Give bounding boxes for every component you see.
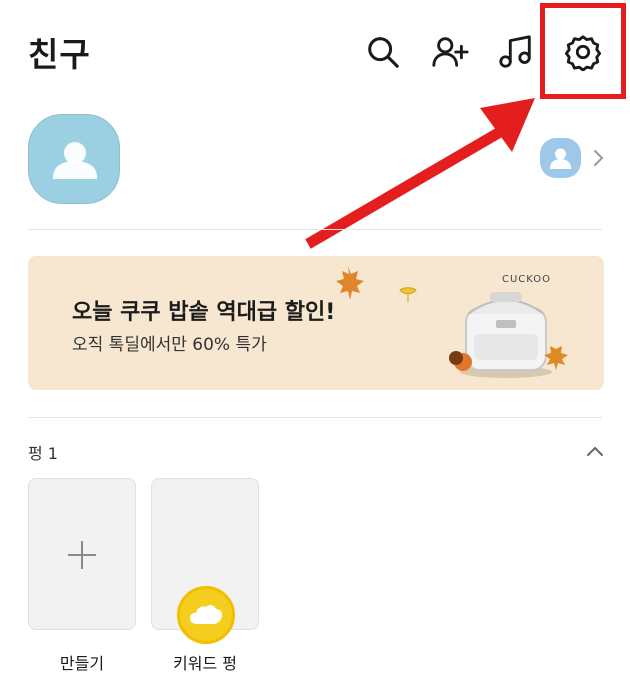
search-icon[interactable] — [361, 30, 405, 74]
page-title: 친구 — [28, 35, 91, 74]
keyword-card-label: 키워드 펑 — [173, 654, 237, 673]
create-card[interactable] — [28, 478, 136, 630]
my-profile-avatar[interactable] — [28, 114, 120, 204]
section-label: 펑 1 — [28, 444, 58, 463]
music-note-icon[interactable] — [494, 30, 538, 74]
friend-avatar[interactable] — [540, 138, 581, 178]
banner-subtitle: 오직 톡딜에서만 60% 특가 — [72, 335, 267, 355]
rice-cooker-image — [449, 292, 568, 378]
create-card-label: 만들기 — [59, 654, 105, 673]
banner-title: 오늘 쿠쿠 밥솥 역대급 할인! — [72, 300, 336, 325]
ad-banner[interactable]: 오늘 쿠쿠 밥솥 역대급 할인! 오직 톡딜에서만 60% 특가 CUCKOO — [28, 256, 604, 390]
keyword-badge[interactable] — [177, 586, 235, 644]
divider — [28, 417, 602, 418]
chevron-up-icon[interactable] — [584, 442, 606, 460]
maple-leaf-icon — [336, 266, 364, 300]
cloud-icon — [190, 604, 222, 624]
ginkgo-leaf-icon — [399, 287, 417, 302]
chevron-right-icon[interactable] — [588, 144, 610, 172]
settings-highlight-box — [540, 3, 626, 99]
add-friend-icon[interactable] — [428, 30, 472, 74]
divider — [28, 229, 602, 230]
plus-icon — [68, 541, 96, 569]
